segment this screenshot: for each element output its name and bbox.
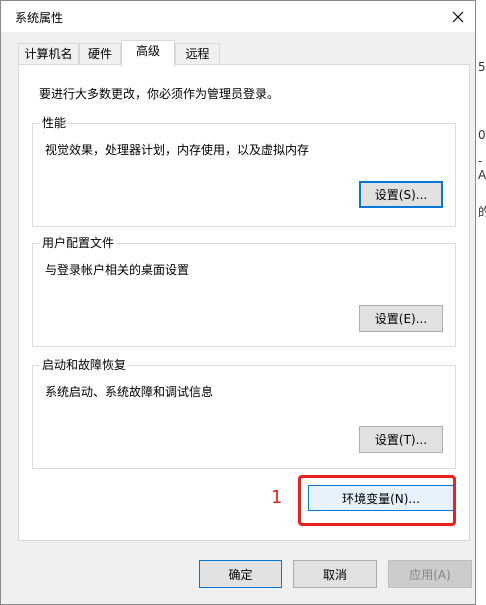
- highlight-annotation-box: [298, 475, 456, 526]
- apply-button[interactable]: 应用(A): [388, 560, 472, 588]
- button-label: 取消: [322, 567, 347, 582]
- tab-advanced[interactable]: 高级: [121, 40, 175, 66]
- close-button[interactable]: [441, 1, 475, 32]
- user-profiles-description: 与登录帐户相关的桌面设置: [45, 263, 190, 277]
- background-text-fragment: 的: [478, 205, 486, 219]
- user-profiles-title: 用户配置文件: [40, 236, 117, 250]
- tab-computer-name[interactable]: 计算机名: [18, 43, 79, 65]
- button-label: 应用(A): [409, 567, 451, 582]
- startup-recovery-description: 系统启动、系统故障和调试信息: [45, 385, 214, 399]
- button-label: 设置(T)...: [374, 433, 428, 447]
- tab-label: 远程: [185, 47, 210, 61]
- tab-label: 计算机名: [24, 47, 73, 61]
- admin-notice: 要进行大多数更改，你必须作为管理员登录。: [39, 87, 280, 101]
- tab-remote[interactable]: 远程: [175, 43, 220, 65]
- user-profiles-settings-button[interactable]: 设置(E)...: [359, 305, 443, 332]
- tab-label: 硬件: [87, 47, 112, 61]
- performance-group: 性能 视觉效果，处理器计划，内存使用，以及虚拟内存 设置(S)...: [32, 116, 456, 227]
- performance-settings-button[interactable]: 设置(S)...: [359, 181, 443, 208]
- button-label: 确定: [228, 567, 253, 582]
- background-window: [476, 0, 486, 605]
- background-text-fragment: 0-: [478, 128, 486, 142]
- performance-description: 视觉效果，处理器计划，内存使用，以及虚拟内存: [45, 143, 310, 157]
- performance-title: 性能: [40, 116, 69, 130]
- title-bar: 系统属性: [1, 1, 475, 32]
- tab-hardware[interactable]: 硬件: [79, 43, 121, 65]
- cancel-button[interactable]: 取消: [293, 560, 377, 588]
- startup-recovery-group: 启动和故障恢复 系统启动、系统故障和调试信息 设置(T)...: [32, 358, 456, 469]
- startup-recovery-settings-button[interactable]: 设置(T)...: [359, 426, 443, 453]
- advanced-tab-panel: 要进行大多数更改，你必须作为管理员登录。 性能 视觉效果，处理器计划，内存使用，…: [18, 64, 470, 541]
- button-label: 设置(S)...: [374, 188, 428, 202]
- startup-recovery-title: 启动和故障恢复: [40, 358, 129, 372]
- background-text-fragment: 5: [478, 60, 486, 74]
- ok-button[interactable]: 确定: [199, 560, 282, 588]
- button-label: 设置(E)...: [374, 312, 428, 326]
- user-profiles-group: 用户配置文件 与登录帐户相关的桌面设置 设置(E)...: [32, 236, 456, 347]
- annotation-step-number: 1: [271, 487, 283, 508]
- background-text-fragment: -A: [478, 154, 486, 182]
- tab-label: 高级: [135, 44, 160, 58]
- window-title: 系统属性: [15, 11, 64, 25]
- close-icon: [452, 11, 464, 22]
